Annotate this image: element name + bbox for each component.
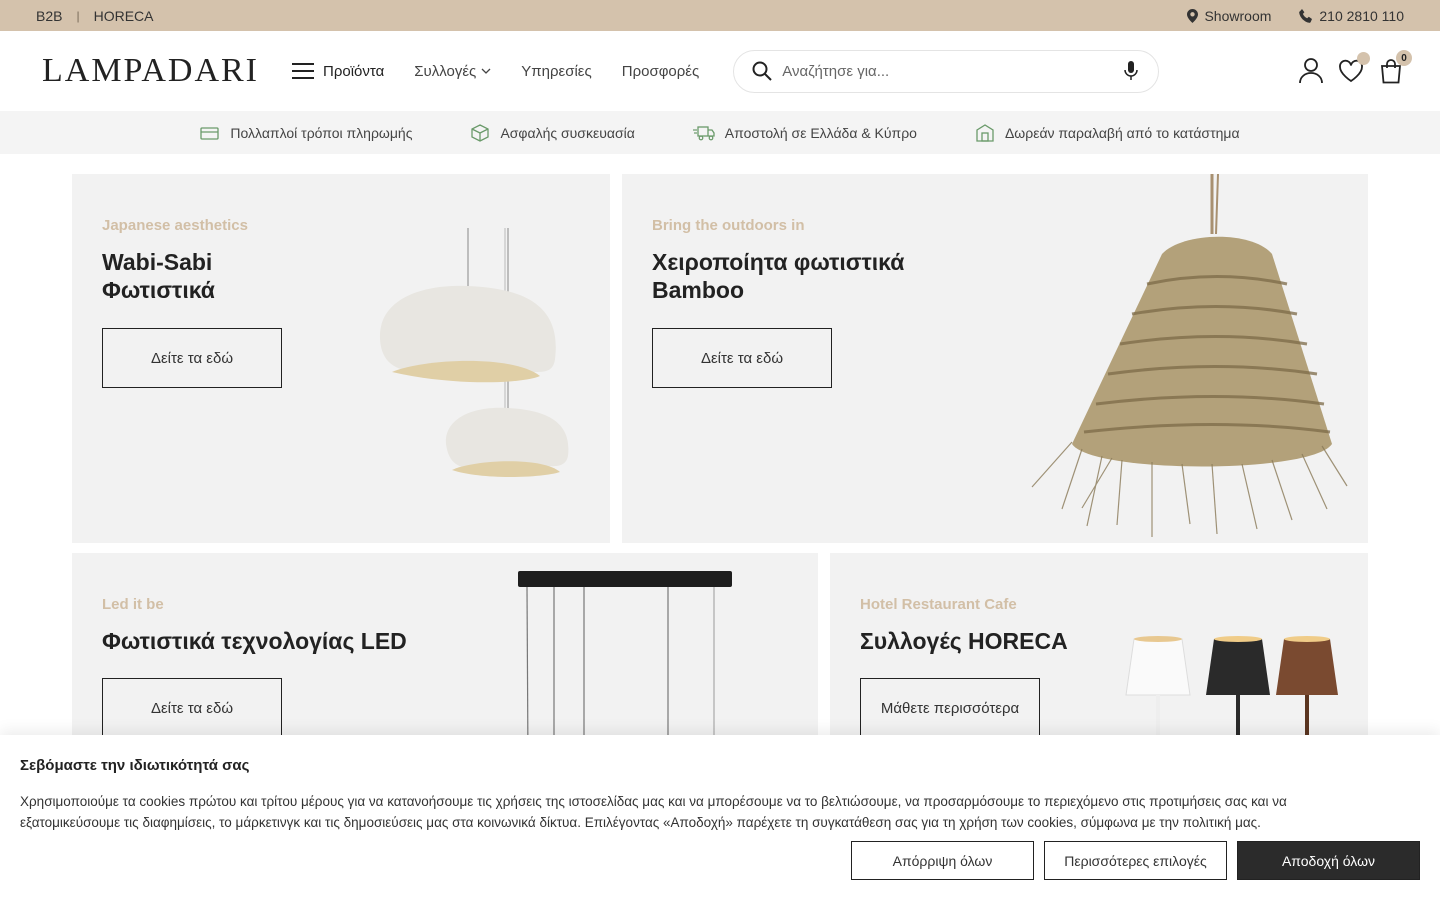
cookie-text: Χρησιμοποιούμε τα cookies πρώτου και τρί… bbox=[20, 794, 1287, 830]
cart-button[interactable]: 0 bbox=[1378, 50, 1412, 86]
banner-wabi-sabi[interactable]: Japanese aesthetics Wabi-Sabi Φωτιστικά Δ… bbox=[72, 174, 610, 543]
phone-number: 210 2810 110 bbox=[1319, 7, 1404, 24]
search-bar bbox=[733, 49, 1160, 93]
bamboo-lamp-image bbox=[1031, 174, 1348, 537]
nav-offers[interactable]: Προσφορές bbox=[622, 63, 699, 80]
accept-all-button[interactable]: Αποδοχή όλων bbox=[1237, 841, 1420, 880]
banner-subtitle: Japanese aesthetics bbox=[102, 217, 248, 234]
wishlist-button[interactable] bbox=[1338, 52, 1370, 86]
phone-link[interactable]: 210 2810 110 bbox=[1299, 8, 1404, 24]
account-button[interactable] bbox=[1298, 56, 1324, 86]
led-linear-lamp-image bbox=[518, 571, 732, 763]
store-pickup-icon bbox=[976, 123, 994, 142]
showroom-label: Showroom bbox=[1204, 7, 1272, 24]
banner-title: Wabi-Sabi Φωτιστικά bbox=[102, 249, 215, 303]
features-bar: Πολλαπλοί τρόποι πληρωμής Ασφαλής συσκευ… bbox=[0, 111, 1440, 154]
showroom-link[interactable]: Showroom bbox=[1187, 8, 1271, 24]
user-icon bbox=[1299, 58, 1323, 84]
products-menu-button[interactable]: Προϊόντα bbox=[292, 63, 384, 80]
view-button[interactable]: Δείτε τα εδώ bbox=[102, 328, 282, 388]
banner-title: Φωτιστικά τεχνολογίας LED bbox=[102, 628, 407, 654]
nav-collections-label: Συλλογές bbox=[414, 62, 477, 80]
feature-shipping: Αποστολή σε Ελλάδα & Κύπρο bbox=[692, 124, 917, 141]
banner-subtitle: Led it be bbox=[102, 596, 164, 613]
feature-pickup: Δωρεάν παραλαβή από το κατάστημα bbox=[975, 123, 1240, 142]
search-icon[interactable] bbox=[752, 61, 772, 81]
b2b-link[interactable]: B2B bbox=[36, 8, 62, 24]
banner-title: Συλλογές HORECA bbox=[860, 628, 1068, 654]
cookie-title: Σεβόμαστε την ιδιωτικότητά σας bbox=[20, 757, 250, 774]
top-bar: B2B | HORECA Showroom 210 2810 110 bbox=[0, 0, 1440, 31]
more-options-button[interactable]: Περισσότερες επιλογές bbox=[1044, 841, 1227, 880]
cookie-actions: Απόρριψη όλων Περισσότερες επιλογές Αποδ… bbox=[851, 841, 1420, 880]
hamburger-icon bbox=[292, 63, 314, 79]
view-button[interactable]: Δείτε τα εδώ bbox=[102, 678, 282, 738]
nav-collections[interactable]: Συλλογές bbox=[414, 63, 491, 80]
main-nav: Προϊόντα Συλλογές Υπηρεσίες Προσφορές bbox=[292, 63, 699, 80]
feature-pickup-label: Δωρεάν παραλαβή από το κατάστημα bbox=[1004, 124, 1240, 141]
box-icon bbox=[471, 123, 490, 142]
feature-payment: Πολλαπλοί τρόποι πληρωμής bbox=[200, 125, 412, 141]
feature-packaging-label: Ασφαλής συσκευασία bbox=[500, 124, 635, 141]
microphone-icon[interactable] bbox=[1124, 61, 1138, 81]
logo[interactable]: LAMPADARI bbox=[42, 52, 292, 90]
wishlist-badge bbox=[1357, 52, 1370, 65]
banner-title: Χειροποίητα φωτιστικά Bamboo bbox=[652, 249, 905, 303]
cookie-consent-banner: Σεβόμαστε την ιδιωτικότητά σας Χρησιμοπο… bbox=[0, 735, 1440, 900]
chevron-down-icon bbox=[481, 68, 491, 74]
reject-all-button[interactable]: Απόρριψη όλων bbox=[851, 841, 1034, 880]
pendant-lamp-image bbox=[379, 228, 569, 477]
feature-packaging: Ασφαλής συσκευασία bbox=[470, 123, 635, 142]
view-button[interactable]: Δείτε τα εδώ bbox=[652, 328, 832, 388]
horeca-link[interactable]: HORECA bbox=[94, 8, 154, 24]
banner-bamboo[interactable]: Bring the outdoors in Χειροποίητα φωτιστ… bbox=[622, 174, 1368, 543]
phone-icon bbox=[1299, 8, 1313, 23]
learn-more-button[interactable]: Μάθετε περισσότερα bbox=[860, 678, 1040, 738]
banner-subtitle: Bring the outdoors in bbox=[652, 217, 805, 234]
nav-services[interactable]: Υπηρεσίες bbox=[521, 63, 591, 80]
header-icons: 0 bbox=[1298, 50, 1412, 86]
search-input[interactable] bbox=[782, 62, 1125, 80]
products-menu-label: Προϊόντα bbox=[323, 62, 385, 80]
feature-payment-label: Πολλαπλοί τρόποι πληρωμής bbox=[230, 124, 413, 141]
feature-shipping-label: Αποστολή σε Ελλάδα & Κύπρο bbox=[724, 124, 917, 141]
cart-count-badge: 0 bbox=[1396, 50, 1412, 66]
credit-card-icon bbox=[200, 126, 220, 140]
location-pin-icon bbox=[1187, 8, 1199, 23]
truck-icon bbox=[692, 125, 715, 140]
banner-subtitle: Hotel Restaurant Cafe bbox=[860, 596, 1017, 613]
header: LAMPADARI Προϊόντα Συλλογές Υπηρεσίες Πρ… bbox=[0, 31, 1440, 111]
separator: | bbox=[76, 8, 80, 23]
